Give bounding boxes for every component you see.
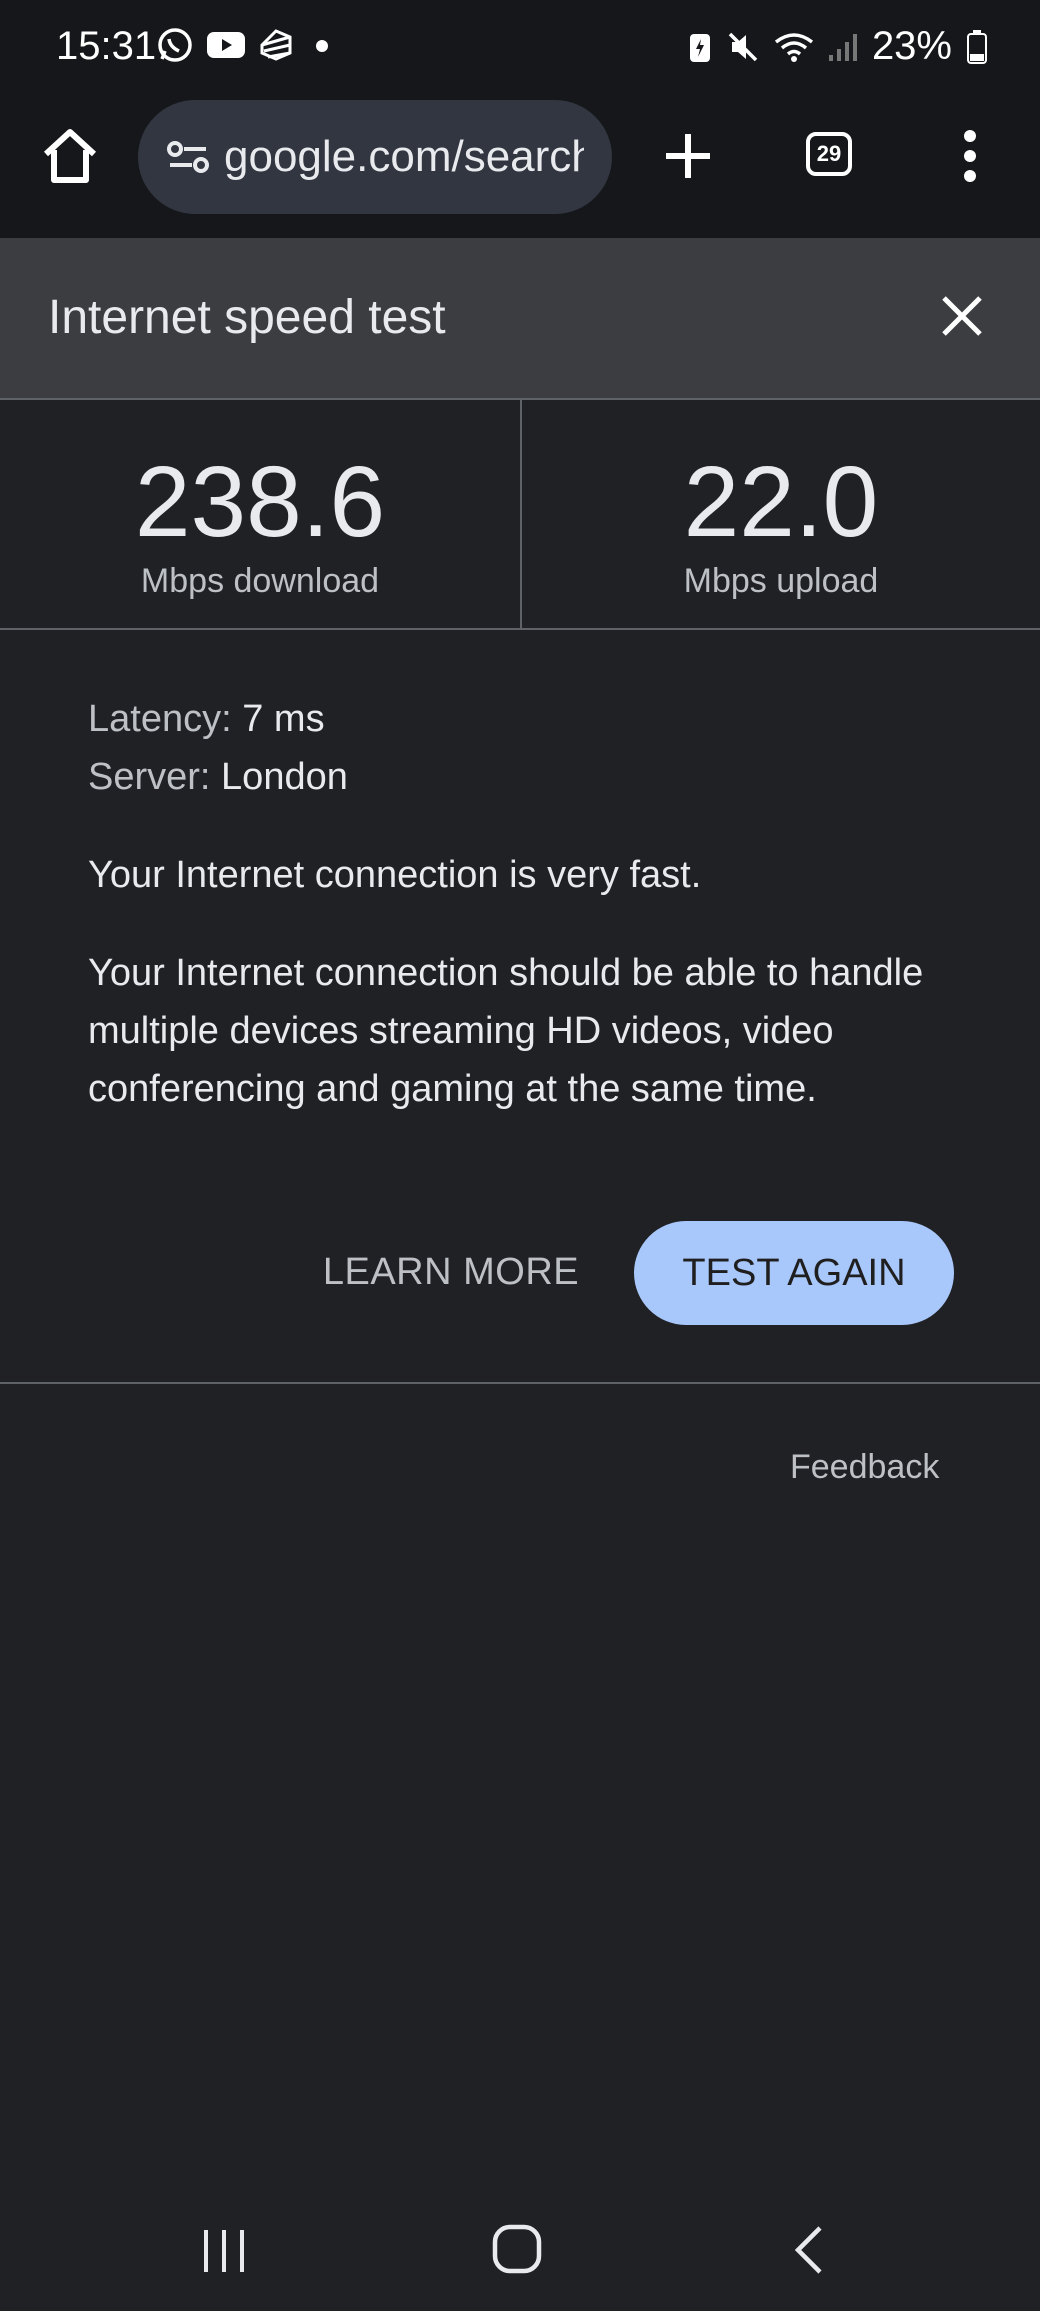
battery-saver-icon bbox=[689, 33, 710, 62]
tab-switcher-button[interactable]: 29 bbox=[806, 132, 852, 176]
notification-icons bbox=[156, 26, 334, 64]
browser-toolbar: google.com/search 29 bbox=[0, 98, 1040, 238]
mute-icon bbox=[728, 32, 758, 61]
upload-value: 22.0 bbox=[683, 446, 879, 558]
feedback-link[interactable]: Feedback bbox=[790, 1448, 939, 1487]
home-icon[interactable] bbox=[38, 124, 102, 188]
latency-row: Latency: 7 ms bbox=[88, 690, 968, 748]
test-again-button[interactable]: TEST AGAIN bbox=[634, 1221, 954, 1325]
app-icon bbox=[260, 29, 292, 61]
server-row: Server: London bbox=[88, 748, 968, 806]
wifi-icon bbox=[774, 32, 814, 62]
recent-apps-icon[interactable] bbox=[198, 2226, 250, 2276]
status-bar: 15:31 23% bbox=[0, 0, 1040, 98]
speed-test-header: Internet speed test bbox=[0, 238, 1040, 400]
system-nav-bar bbox=[0, 2180, 1040, 2311]
status-time: 15:31 bbox=[56, 24, 157, 68]
more-options-icon[interactable] bbox=[950, 128, 990, 184]
speed-description: Your Internet connection should be able … bbox=[88, 952, 924, 1110]
new-tab-icon[interactable] bbox=[656, 124, 720, 188]
download-unit: Mbps download bbox=[140, 562, 380, 600]
url-text[interactable]: google.com/search bbox=[224, 132, 584, 182]
server-value: London bbox=[221, 756, 348, 798]
learn-more-button[interactable]: LEARN MORE bbox=[300, 1222, 602, 1322]
home-nav-icon[interactable] bbox=[490, 2222, 544, 2276]
back-icon[interactable] bbox=[788, 2222, 828, 2278]
server-label: Server: bbox=[88, 756, 211, 798]
speed-test-title: Internet speed test bbox=[48, 291, 446, 344]
upload-metric: 22.0 Mbps upload bbox=[520, 400, 1040, 628]
latency-label: Latency: bbox=[88, 698, 232, 740]
signal-icon bbox=[828, 33, 857, 61]
close-icon[interactable] bbox=[936, 290, 988, 342]
youtube-icon bbox=[207, 32, 245, 58]
section-divider bbox=[0, 1382, 1040, 1384]
download-value: 238.6 bbox=[134, 446, 386, 558]
speed-summary: Your Internet connection is very fast. bbox=[88, 854, 702, 896]
battery-percent: 23% bbox=[871, 24, 952, 68]
site-settings-icon[interactable] bbox=[164, 133, 212, 181]
speed-test-details: Latency: 7 ms Server: London Your Intern… bbox=[88, 690, 968, 1118]
upload-unit: Mbps upload bbox=[683, 562, 879, 600]
dot-icon bbox=[316, 40, 328, 52]
battery-icon bbox=[967, 29, 987, 64]
download-metric: 238.6 Mbps download bbox=[0, 400, 520, 628]
system-icons: 23% bbox=[688, 24, 988, 69]
whatsapp-icon bbox=[158, 28, 192, 62]
address-bar[interactable]: google.com/search bbox=[138, 100, 612, 214]
latency-value: 7 ms bbox=[242, 698, 325, 740]
speed-metrics: 238.6 Mbps download 22.0 Mbps upload bbox=[0, 400, 1040, 630]
